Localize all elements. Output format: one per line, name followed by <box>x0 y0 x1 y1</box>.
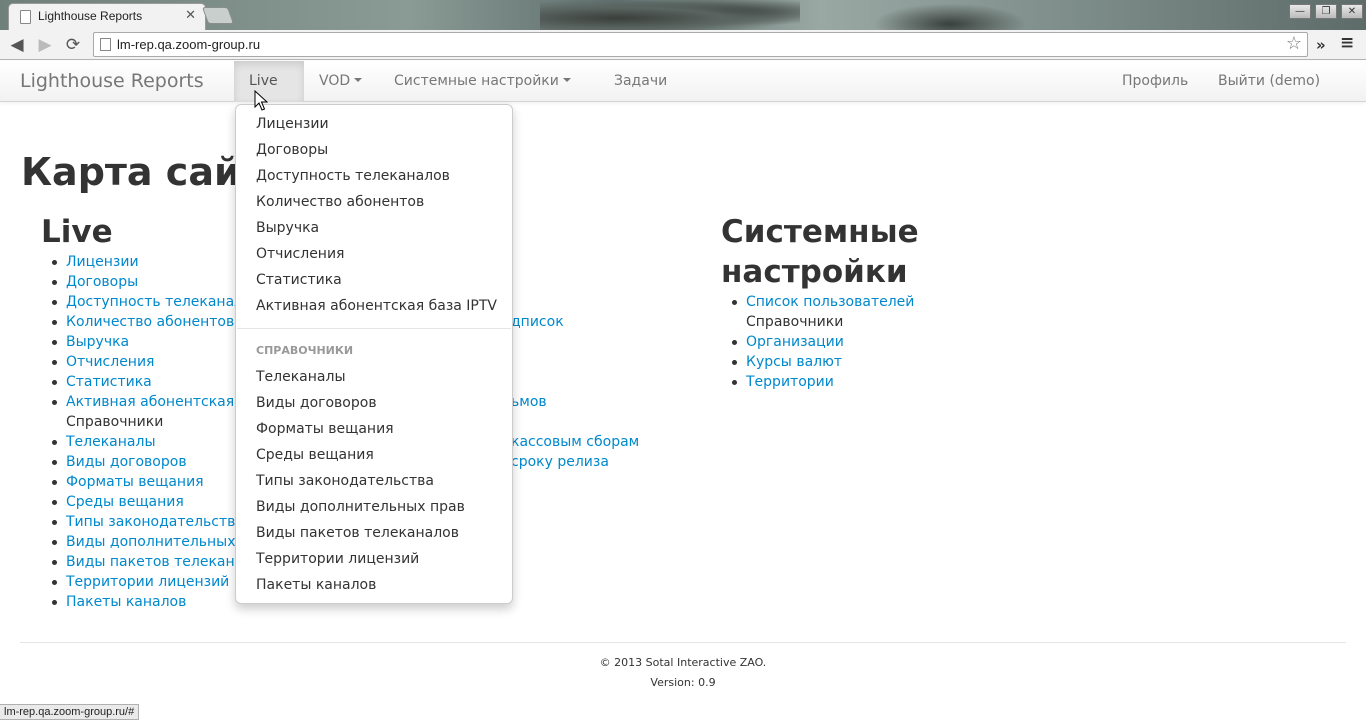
nav-vod-label: VOD <box>319 73 351 89</box>
list-subheading: Справочники <box>746 314 844 330</box>
theme-background <box>540 0 800 30</box>
nav-profile-label: Профиль <box>1122 73 1189 89</box>
nav-system-settings[interactable]: Системные настройки <box>379 61 586 102</box>
dropdown-header: Справочники <box>256 344 354 357</box>
vod-link[interactable]: сроку релиза <box>511 452 609 472</box>
footer-copyright: © 2013 Sotal Interactive ZAO. <box>599 656 767 669</box>
system-link[interactable]: Курсы валют <box>721 352 919 372</box>
nav-system-settings-label: Системные настройки <box>394 73 559 89</box>
footer-divider <box>20 642 1346 643</box>
footer-version: Version: 0.9 <box>650 676 716 689</box>
nav-live-label: Live <box>249 73 278 89</box>
vod-link[interactable]: кассовым сборам <box>511 432 639 452</box>
dropdown-item[interactable]: Договоры <box>236 137 512 163</box>
dropdown-item[interactable]: Среды вещания <box>236 442 512 468</box>
nav-tasks-label: Задачи <box>614 73 668 89</box>
new-tab-button[interactable] <box>201 7 235 24</box>
maximize-button[interactable]: ❐ <box>1315 4 1337 19</box>
forward-icon[interactable]: ▶ <box>34 34 56 56</box>
extensions-chevron-icon[interactable]: » <box>1316 36 1326 54</box>
dropdown-item[interactable]: Территории лицензий <box>236 546 512 572</box>
system-link[interactable]: Организации <box>721 332 919 352</box>
dropdown-item[interactable]: Типы законодательства <box>236 468 512 494</box>
bookmark-star-icon[interactable]: ☆ <box>1286 33 1302 54</box>
nav-logout-label: Выйти (demo) <box>1218 73 1321 89</box>
live-dropdown-menu: Лицензии Договоры Доступность телеканалов К… <box>235 104 513 604</box>
dropdown-item[interactable]: Виды пакетов телеканалов <box>236 520 512 546</box>
browser-tabstrip: Lighthouse Reports ✕ — ❐ ✕ <box>0 0 1366 30</box>
page-content: Карта сайта Live Лицензии Договоры Доступн… <box>0 102 1366 720</box>
caret-down-icon <box>562 78 571 82</box>
brand-link[interactable]: Lighthouse Reports <box>20 70 204 92</box>
dropdown-item[interactable]: Доступность телеканалов <box>236 163 512 189</box>
system-heading-line1: Системные <box>721 214 919 250</box>
nav-tasks[interactable]: Задачи <box>599 61 682 102</box>
reload-icon[interactable]: ⟳ <box>62 34 84 56</box>
browser-toolbar: ◀ ▶ ⟳ lm-rep.qa.zoom-group.ru ☆ » ≡ <box>0 30 1366 60</box>
dropdown-item[interactable]: Телеканалы <box>236 364 512 390</box>
system-list: Список пользователей Справочники Организац… <box>721 292 919 392</box>
close-window-button[interactable]: ✕ <box>1341 4 1363 19</box>
vod-link[interactable]: дписок <box>511 312 564 332</box>
dropdown-item[interactable]: Лицензии <box>236 111 512 137</box>
theme-background <box>860 0 1040 30</box>
dropdown-divider <box>237 328 511 329</box>
page-icon <box>100 38 111 51</box>
back-icon[interactable]: ◀ <box>6 34 28 56</box>
page-icon <box>20 10 31 24</box>
system-heading: Системные настройки <box>721 212 919 292</box>
system-heading-line2: настройки <box>721 254 908 290</box>
minimize-button[interactable]: — <box>1289 4 1311 19</box>
vod-link[interactable]: ьмов <box>511 392 547 412</box>
tab-title: Lighthouse Reports <box>38 9 143 23</box>
nav-profile[interactable]: Профиль <box>1107 61 1203 102</box>
dropdown-item[interactable]: Виды договоров <box>236 390 512 416</box>
mouse-cursor-icon <box>254 90 268 111</box>
system-link[interactable]: Территории <box>721 372 919 392</box>
browser-tab[interactable]: Lighthouse Reports ✕ <box>8 3 206 30</box>
system-section: Системные настройки Список пользователей С… <box>721 212 919 392</box>
caret-down-icon <box>354 78 363 82</box>
app-navbar: Lighthouse Reports Live VOD Системные на… <box>0 61 1366 123</box>
url-text: lm-rep.qa.zoom-group.ru <box>117 37 261 52</box>
dropdown-item[interactable]: Пакеты каналов <box>236 572 512 598</box>
close-tab-icon[interactable]: ✕ <box>185 8 196 23</box>
dropdown-item[interactable]: Количество абонентов <box>236 189 512 215</box>
address-bar[interactable]: lm-rep.qa.zoom-group.ru ☆ <box>93 32 1308 57</box>
nav-vod[interactable]: VOD <box>304 61 377 102</box>
nav-logout[interactable]: Выйти (demo) <box>1203 61 1335 102</box>
menu-icon[interactable]: ≡ <box>1340 33 1354 53</box>
status-bar: lm-rep.qa.zoom-group.ru/# <box>0 704 140 720</box>
dropdown-item[interactable]: Виды дополнительных прав <box>236 494 512 520</box>
dropdown-item[interactable]: Статистика <box>236 267 512 293</box>
dropdown-item[interactable]: Форматы вещания <box>236 416 512 442</box>
dropdown-item[interactable]: Выручка <box>236 215 512 241</box>
dropdown-item[interactable]: Отчисления <box>236 241 512 267</box>
nav-live[interactable]: Live <box>234 61 304 123</box>
dropdown-item[interactable]: Активная абонентская база IPTV <box>236 293 512 319</box>
system-link[interactable]: Список пользователей <box>721 292 919 312</box>
